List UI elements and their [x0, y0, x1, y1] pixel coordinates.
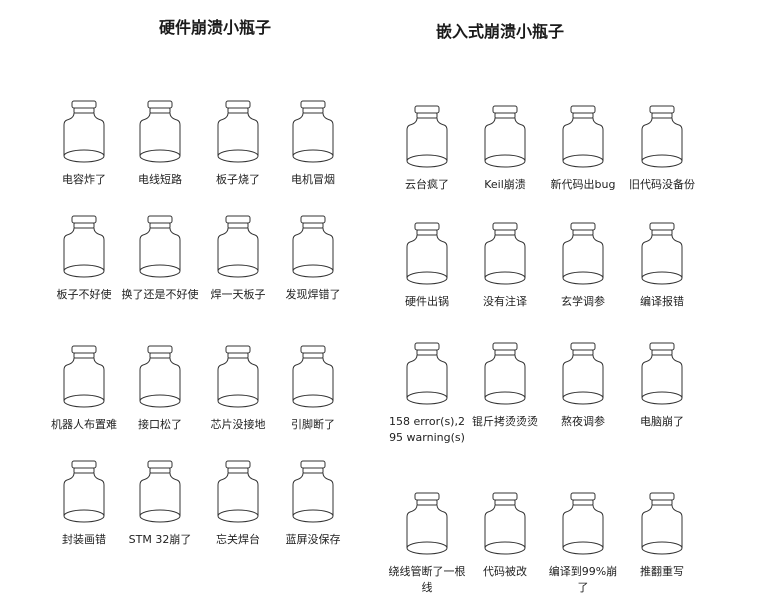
hardware-jar-label: 忘关焊台	[216, 533, 260, 546]
embedded-jar-item: 熬夜调参	[544, 342, 622, 430]
embedded-jar-label: 硬件出锅	[405, 295, 449, 308]
empty-jar-icon	[63, 215, 105, 278]
empty-jar-icon	[139, 345, 181, 408]
embedded-jar-label: 新代码出bug	[550, 178, 616, 191]
hardware-jar-item: 电机冒烟	[274, 100, 352, 188]
empty-jar-icon	[562, 105, 604, 168]
empty-jar-icon	[217, 460, 259, 523]
embedded-jar-item: 新代码出bug	[544, 105, 622, 193]
embedded-jar-label: 绕线管断了一根线	[388, 565, 466, 594]
hardware-jar-item: 忘关焊台	[199, 460, 277, 548]
embedded-jar-item: 电脑崩了	[623, 342, 701, 430]
hardware-jar-label: 接口松了	[138, 418, 182, 431]
embedded-jar-item: 推翻重写	[623, 492, 701, 580]
hardware-jar-item: 板子烧了	[199, 100, 277, 188]
embedded-jar-label: 代码被改	[483, 565, 527, 578]
empty-jar-icon	[63, 100, 105, 163]
hardware-jar-label: 换了还是不好使	[121, 288, 199, 301]
empty-jar-icon	[484, 105, 526, 168]
hardware-jar-label: 发现焊错了	[285, 288, 341, 301]
embedded-jar-item: 编译报错	[623, 222, 701, 310]
embedded-jar-label: 158 error(s),295 warning(s)	[389, 415, 465, 444]
embedded-jar-item: Keil崩溃	[466, 105, 544, 193]
hardware-jar-label: 机器人布置难	[51, 418, 117, 431]
hardware-jar-item: 封装画错	[45, 460, 123, 548]
empty-jar-icon	[641, 105, 683, 168]
hardware-jar-label: 蓝屏没保存	[285, 533, 341, 546]
hardware-jar-item: 机器人布置难	[45, 345, 123, 433]
empty-jar-icon	[484, 492, 526, 555]
hardware-jar-item: 焊一天板子	[199, 215, 277, 303]
embedded-jar-item: 锟斤拷烫烫烫	[466, 342, 544, 430]
empty-jar-icon	[406, 105, 448, 168]
empty-jar-icon	[562, 342, 604, 405]
empty-jar-icon	[641, 492, 683, 555]
hardware-jar-item: 蓝屏没保存	[274, 460, 352, 548]
empty-jar-icon	[292, 100, 334, 163]
empty-jar-icon	[139, 460, 181, 523]
embedded-jar-item: 158 error(s),295 warning(s)	[388, 342, 466, 446]
empty-jar-icon	[641, 342, 683, 405]
empty-jar-icon	[562, 492, 604, 555]
hardware-jar-item: STM 32崩了	[121, 460, 199, 548]
hardware-jar-item: 电容炸了	[45, 100, 123, 188]
empty-jar-icon	[406, 492, 448, 555]
empty-jar-icon	[406, 222, 448, 285]
empty-jar-icon	[562, 222, 604, 285]
empty-jar-icon	[139, 215, 181, 278]
hardware-jar-item: 引脚断了	[274, 345, 352, 433]
embedded-jar-item: 硬件出锅	[388, 222, 466, 310]
hardware-jar-item: 换了还是不好使	[121, 215, 199, 303]
empty-jar-icon	[292, 345, 334, 408]
hardware-jar-label: 电机冒烟	[291, 173, 335, 186]
embedded-jar-item: 旧代码没备份	[623, 105, 701, 193]
hardware-jar-item: 接口松了	[121, 345, 199, 433]
embedded-jar-label: 推翻重写	[640, 565, 684, 578]
embedded-jar-item: 云台疯了	[388, 105, 466, 193]
hardware-jar-label: 封装画错	[62, 533, 106, 546]
empty-jar-icon	[63, 345, 105, 408]
embedded-jar-label: 没有注译	[483, 295, 527, 308]
embedded-jar-label: 锟斤拷烫烫烫	[472, 415, 538, 428]
empty-jar-icon	[641, 222, 683, 285]
empty-jar-icon	[484, 222, 526, 285]
hardware-jar-item: 发现焊错了	[274, 215, 352, 303]
hardware-jar-label: 芯片没接地	[210, 418, 266, 431]
empty-jar-icon	[406, 342, 448, 405]
embedded-jar-item: 代码被改	[466, 492, 544, 580]
embedded-jar-label: 编译到99%崩了	[548, 565, 618, 594]
embedded-title: 嵌入式崩溃小瓶子	[435, 22, 564, 41]
hardware-jar-label: 电容炸了	[62, 173, 106, 186]
embedded-jar-label: 玄学调参	[561, 295, 605, 308]
hardware-jar-label: 焊一天板子	[210, 288, 266, 301]
embedded-jar-item: 编译到99%崩了	[544, 492, 622, 596]
empty-jar-icon	[217, 345, 259, 408]
hardware-jar-label: 引脚断了	[291, 418, 335, 431]
hardware-jar-item: 板子不好使	[45, 215, 123, 303]
empty-jar-icon	[292, 460, 334, 523]
embedded-jar-label: Keil崩溃	[484, 178, 526, 191]
embedded-jar-label: 云台疯了	[405, 178, 449, 191]
hardware-jar-item: 芯片没接地	[199, 345, 277, 433]
embedded-jar-label: 编译报错	[640, 295, 684, 308]
empty-jar-icon	[63, 460, 105, 523]
empty-jar-icon	[292, 215, 334, 278]
embedded-jar-label: 旧代码没备份	[629, 178, 695, 191]
empty-jar-icon	[484, 342, 526, 405]
hardware-jar-label: 板子不好使	[56, 288, 112, 301]
empty-jar-icon	[217, 215, 259, 278]
empty-jar-icon	[139, 100, 181, 163]
empty-jar-icon	[217, 100, 259, 163]
embedded-jar-label: 电脑崩了	[640, 415, 684, 428]
embedded-jar-item: 玄学调参	[544, 222, 622, 310]
embedded-jar-item: 没有注译	[466, 222, 544, 310]
hardware-jar-label: STM 32崩了	[128, 533, 192, 546]
embedded-jar-label: 熬夜调参	[561, 415, 605, 428]
hardware-jar-label: 板子烧了	[216, 173, 260, 186]
embedded-jar-item: 绕线管断了一根线	[388, 492, 466, 596]
hardware-jar-item: 电线短路	[121, 100, 199, 188]
hardware-jar-label: 电线短路	[138, 173, 182, 186]
